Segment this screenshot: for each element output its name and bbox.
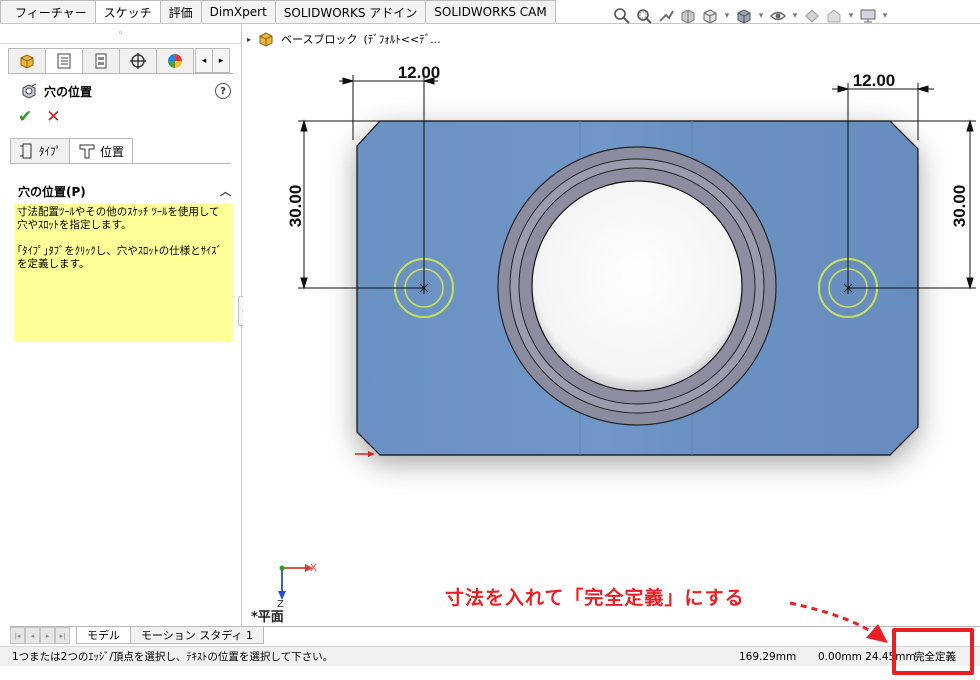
status-measure-1: 169.29mm xyxy=(739,650,797,663)
tabs-scroll-right-button[interactable]: ▸ xyxy=(212,48,230,73)
property-manager-tab[interactable] xyxy=(45,48,83,73)
hole-position-group-header[interactable]: 穴の位置(P) ︿ xyxy=(18,180,231,202)
display-style-icon[interactable] xyxy=(734,6,754,26)
hole-position-tab-icon xyxy=(79,144,95,159)
tab-model[interactable]: モデル xyxy=(76,627,131,644)
previous-view-icon[interactable] xyxy=(656,6,676,26)
last-tab-button[interactable]: ▸| xyxy=(55,627,70,644)
tab-dimxpert[interactable]: DimXpert xyxy=(200,0,276,23)
tab-motion-study[interactable]: モーション スタディ 1 xyxy=(130,627,265,644)
reference-triad xyxy=(278,564,313,600)
tab-position[interactable]: 位置 xyxy=(69,138,134,163)
help-icon[interactable]: ? xyxy=(215,83,231,99)
collapse-icon[interactable]: ︿ xyxy=(220,183,231,199)
property-manager-icon xyxy=(57,53,71,69)
tab-position-label: 位置 xyxy=(100,144,125,159)
hole-type-icon xyxy=(20,143,32,159)
view-orientation-icon[interactable] xyxy=(700,6,720,26)
configuration-manager-icon xyxy=(95,53,107,69)
zoom-to-area-icon[interactable] xyxy=(634,6,654,26)
plane-label: *平面 xyxy=(251,610,284,625)
tab-cam[interactable]: SOLIDWORKS CAM xyxy=(425,0,556,23)
tab-addins[interactable]: SOLIDWORKS アドイン xyxy=(274,0,427,23)
tab-evaluate[interactable]: 評価 xyxy=(159,0,202,23)
graphics-area[interactable]: ▸ ベースブロック (ﾃﾞﾌｫﾙﾄ<<ﾃﾞ... 12.00 12.00 30.… xyxy=(243,24,980,626)
ok-button[interactable]: ✔ xyxy=(18,107,32,127)
apply-scene-icon[interactable] xyxy=(824,6,844,26)
dimension-right-horizontal-value[interactable]: 12.00 xyxy=(853,71,896,90)
status-bar: 1つまたは2つのｴｯｼﾞ/頂点を選択し、ﾃｷｽﾄの位置を選択して下さい。 169… xyxy=(0,646,980,666)
origin-marker xyxy=(355,451,375,457)
chevron-down-icon[interactable]: ▾ xyxy=(756,11,766,21)
feature-manager-icon xyxy=(20,54,34,69)
tab-features[interactable]: フィーチャー xyxy=(0,0,96,23)
next-tab-button[interactable]: ▸ xyxy=(40,627,55,644)
property-manager-panel: ◦ ◂ ▸ 穴の位置 ? ✔ ✕ ﾀｲﾌﾟ 位置 穴の位置(P) ︿ 寸法配置ﾂ… xyxy=(0,24,242,626)
tabs-scroll-left-button[interactable]: ◂ xyxy=(195,48,213,73)
confirm-actions: ✔ ✕ xyxy=(0,104,241,128)
cancel-button[interactable]: ✕ xyxy=(46,107,60,127)
dimension-left-horizontal-value[interactable]: 12.00 xyxy=(398,63,441,82)
first-tab-button[interactable]: |◂ xyxy=(10,627,25,644)
bottom-tabs: |◂ ◂ ▸ ▸| モデル モーション スタディ 1 xyxy=(10,626,980,644)
dimxpert-manager-icon xyxy=(130,53,146,69)
tab-type[interactable]: ﾀｲﾌﾟ xyxy=(10,138,70,163)
edit-appearance-icon[interactable] xyxy=(802,6,822,26)
tab-type-label: ﾀｲﾌﾟ xyxy=(39,145,61,158)
instruction-message: 寸法配置ﾂｰﾙやその他のｽｹｯﾁ ﾂｰﾙを使用して穴やｽﾛｯﾄを指定します。 ｢… xyxy=(14,204,233,342)
dimension-left-vertical-value[interactable]: 30.00 xyxy=(286,185,305,228)
triad-z-label: Z xyxy=(277,599,284,610)
manager-tabs: ◂ ▸ xyxy=(8,48,233,74)
center-bore[interactable] xyxy=(531,180,743,392)
chevron-down-icon[interactable]: ▾ xyxy=(722,11,732,21)
annotation-callout: 寸法を入れて「完全定義」にする xyxy=(445,587,745,609)
view-settings-icon[interactable] xyxy=(858,6,878,26)
chevron-down-icon[interactable]: ▾ xyxy=(880,11,890,21)
dimxpert-manager-tab[interactable] xyxy=(119,48,157,73)
configuration-manager-tab[interactable] xyxy=(82,48,120,73)
panel-grip[interactable]: ◦ xyxy=(0,24,241,44)
feature-manager-tab[interactable] xyxy=(8,48,46,73)
display-manager-icon xyxy=(168,54,182,68)
hole-position-icon xyxy=(22,83,37,99)
zoom-to-fit-icon[interactable] xyxy=(612,6,632,26)
section-view-icon[interactable] xyxy=(678,6,698,26)
group-title: 穴の位置(P) xyxy=(18,184,86,199)
model-viewport: 12.00 12.00 30.00 30.00 X Z *平面 xyxy=(251,63,976,625)
property-manager-header: 穴の位置 ? xyxy=(0,78,241,104)
hide-show-items-icon[interactable] xyxy=(768,6,788,26)
hole-wizard-tabs: ﾀｲﾌﾟ 位置 xyxy=(10,138,231,164)
display-manager-tab[interactable] xyxy=(156,48,194,73)
tab-sketch[interactable]: スケッチ xyxy=(94,0,161,23)
previous-tab-button[interactable]: ◂ xyxy=(25,627,40,644)
dimension-right-vertical-value[interactable]: 30.00 xyxy=(950,185,969,228)
property-manager-title: 穴の位置 xyxy=(44,84,93,99)
triad-x-label: X xyxy=(310,563,317,574)
annotation-highlight-box xyxy=(892,628,974,675)
chevron-down-icon[interactable]: ▾ xyxy=(846,11,856,21)
chevron-down-icon[interactable]: ▾ xyxy=(790,11,800,21)
